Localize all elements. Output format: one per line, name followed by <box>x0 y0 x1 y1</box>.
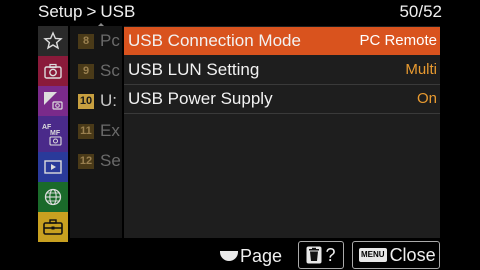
page-item-12[interactable]: 12 Se <box>70 146 122 176</box>
page-label: U: <box>100 91 117 110</box>
page-item-8[interactable]: 8 Pc <box>70 26 122 56</box>
bottom-bar: Page ? MENU Close <box>0 238 480 270</box>
page-counter: 50/52 <box>399 2 442 21</box>
svg-text:MF: MF <box>50 130 61 137</box>
help-button[interactable]: ? <box>298 241 344 269</box>
menu-button-icon: MENU <box>359 248 387 262</box>
header: Setup > USB 50/52 <box>0 0 480 28</box>
page-number: 11 <box>78 123 94 139</box>
page-label: Se <box>100 151 120 170</box>
category-my-menu[interactable] <box>38 26 68 56</box>
page-label: Ex <box>100 121 120 140</box>
category-network[interactable] <box>38 182 68 212</box>
category-focus[interactable]: AF MF <box>38 116 68 152</box>
breadcrumb-current: USB <box>100 2 136 21</box>
page-button-label: Page <box>240 245 283 266</box>
category-playback[interactable] <box>38 152 68 182</box>
page-item-9[interactable]: 9 Sc <box>70 56 122 86</box>
menu-item-label: USB LUN Setting <box>128 60 260 79</box>
af-mf-icon: AF MF <box>42 124 62 146</box>
page-label: Sc <box>100 61 120 80</box>
page-list: 8 Pc 9 Sc 10 U: 11 Ex 12 Se <box>70 26 122 238</box>
menu-item-value: PC Remote <box>359 32 437 49</box>
close-button[interactable]: MENU Close <box>352 241 440 269</box>
help-label: ? <box>325 244 336 265</box>
camera-icon <box>44 63 62 79</box>
network-icon <box>44 188 62 206</box>
page-number: 9 <box>78 63 94 79</box>
menu-item-usb-power-supply[interactable]: USB Power Supply On <box>124 85 440 114</box>
photo-adjust-icon <box>44 92 63 110</box>
menu-item-value: On <box>416 90 437 107</box>
menu-item-usb-lun-setting[interactable]: USB LUN Setting Multi <box>124 56 440 85</box>
menu-item-label: USB Connection Mode <box>128 31 301 50</box>
breadcrumb-parent: Setup <box>38 2 83 21</box>
star-icon <box>43 31 63 50</box>
page-item-11[interactable]: 11 Ex <box>70 116 122 146</box>
category-exposure-color[interactable] <box>38 86 68 116</box>
breadcrumb-separator: > <box>86 2 97 21</box>
category-strip: AF MF <box>38 26 68 242</box>
page-number: 8 <box>78 33 94 49</box>
menu-item-value: Multi <box>405 61 437 78</box>
close-label: Close <box>389 244 436 265</box>
page-button[interactable]: Page <box>220 244 282 268</box>
settings-panel: USB Connection Mode PC Remote USB LUN Se… <box>124 26 440 238</box>
breadcrumb: Setup > USB <box>38 2 136 28</box>
page-number: 12 <box>78 153 94 169</box>
page-item-10[interactable]: 10 U: <box>70 86 122 116</box>
category-shooting[interactable] <box>38 56 68 86</box>
menu-item-usb-connection-mode[interactable]: USB Connection Mode PC Remote <box>124 27 440 55</box>
playback-icon <box>44 160 62 174</box>
page-label: Pc <box>100 31 120 50</box>
setup-toolbox-icon <box>43 219 63 235</box>
menu-item-label: USB Power Supply <box>128 89 273 108</box>
control-wheel-icon <box>220 251 238 261</box>
page-number: 10 <box>78 93 94 109</box>
trash-icon <box>306 246 322 264</box>
